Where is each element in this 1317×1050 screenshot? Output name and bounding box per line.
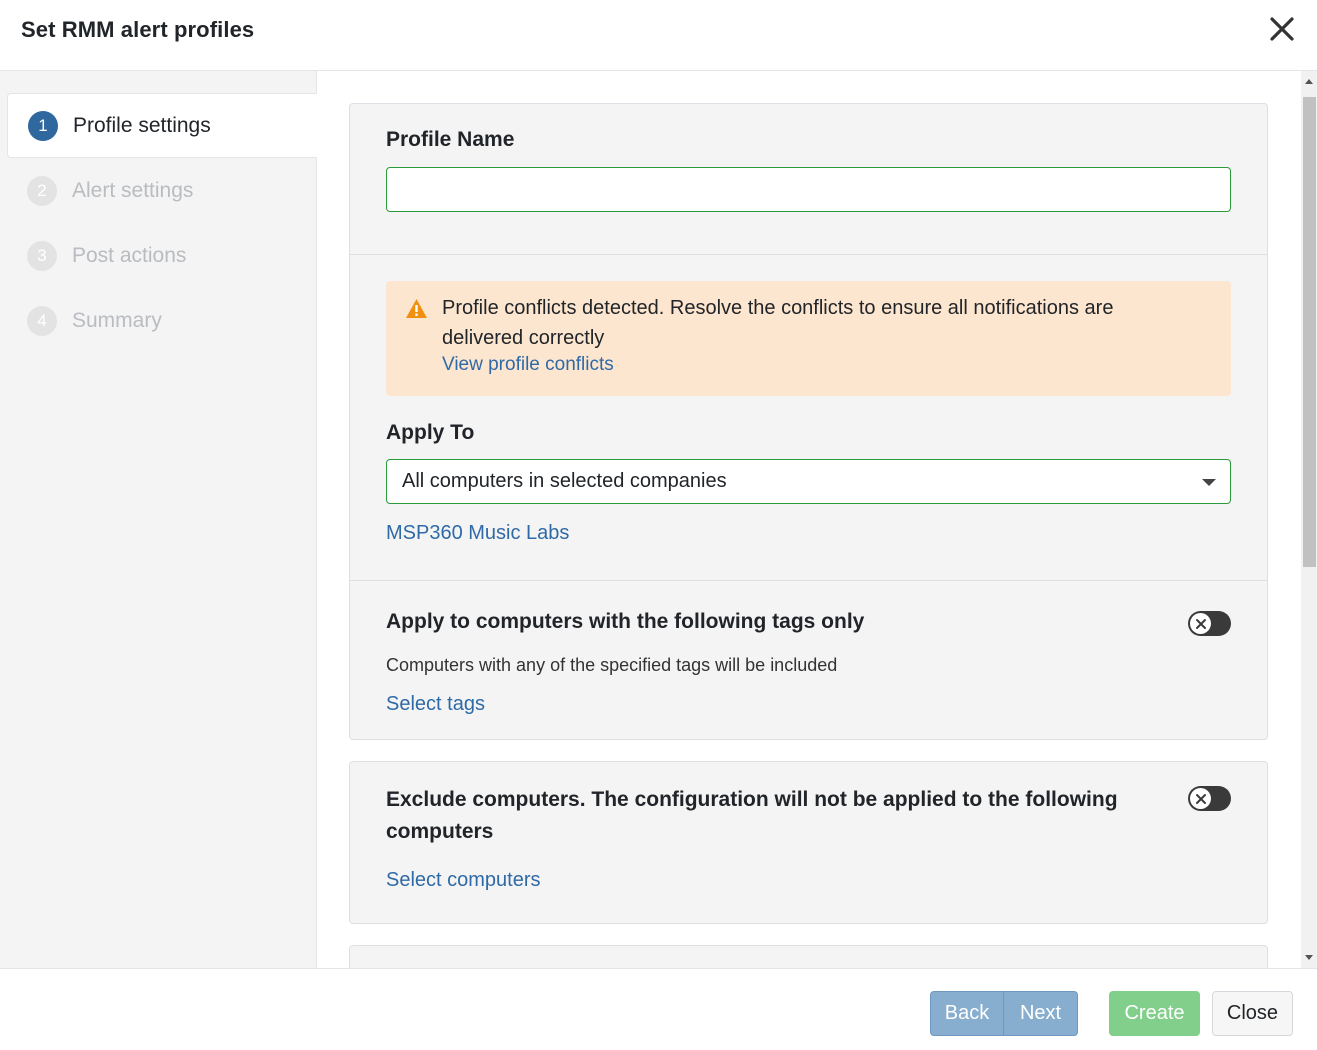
close-icon[interactable] bbox=[1267, 14, 1297, 44]
step-alert-settings[interactable]: 2 Alert settings bbox=[7, 158, 317, 223]
dialog-footer: Back Next Create Close bbox=[0, 968, 1317, 1050]
select-computers-link[interactable]: Select computers bbox=[386, 869, 541, 892]
scrollbar-thumb[interactable] bbox=[1303, 97, 1316, 567]
step-label: Post actions bbox=[72, 243, 187, 267]
step-number: 1 bbox=[28, 110, 58, 141]
next-button[interactable]: Next bbox=[1003, 991, 1078, 1036]
conflict-alert: Profile conflicts detected. Resolve the … bbox=[386, 281, 1231, 396]
step-label: Alert settings bbox=[72, 178, 194, 202]
exclude-computers-card: Exclude computers. The configuration wil… bbox=[349, 761, 1268, 924]
warning-icon bbox=[405, 298, 428, 319]
close-icon bbox=[1190, 613, 1211, 634]
scrollbar[interactable] bbox=[1301, 71, 1317, 968]
tags-section: Apply to computers with the following ta… bbox=[350, 581, 1267, 739]
apply-to-label: Apply To bbox=[386, 421, 475, 444]
tags-title: Apply to computers with the following ta… bbox=[386, 610, 865, 633]
apply-to-section: Profile conflicts detected. Resolve the … bbox=[350, 255, 1267, 581]
create-button[interactable]: Create bbox=[1109, 991, 1200, 1036]
scroll-up-icon[interactable] bbox=[1305, 79, 1313, 84]
apply-to-selected-value: All computers in selected companies bbox=[402, 470, 727, 492]
select-tags-link[interactable]: Select tags bbox=[386, 693, 485, 716]
step-number: 3 bbox=[27, 240, 57, 271]
main-content: Profile Name Profile conflicts detected.… bbox=[318, 71, 1301, 968]
exclude-title: Exclude computers. The configuration wil… bbox=[386, 788, 1118, 843]
exclude-toggle[interactable] bbox=[1188, 786, 1231, 811]
step-number: 4 bbox=[27, 305, 57, 336]
next-card bbox=[349, 945, 1268, 968]
step-profile-settings[interactable]: 1 Profile settings bbox=[7, 93, 317, 158]
back-button[interactable]: Back bbox=[930, 991, 1004, 1036]
step-label: Summary bbox=[72, 308, 162, 332]
apply-to-select[interactable]: All computers in selected companies bbox=[386, 459, 1231, 504]
view-profile-conflicts-link[interactable]: View profile conflicts bbox=[442, 354, 614, 376]
profile-name-section: Profile Name bbox=[350, 104, 1267, 255]
profile-name-input[interactable] bbox=[386, 167, 1231, 212]
close-icon bbox=[1190, 788, 1211, 809]
chevron-down-icon bbox=[1202, 479, 1216, 486]
profile-name-label: Profile Name bbox=[386, 128, 515, 151]
step-label: Profile settings bbox=[73, 113, 211, 137]
tags-description: Computers with any of the specified tags… bbox=[386, 655, 838, 675]
tags-toggle[interactable] bbox=[1188, 611, 1231, 636]
conflict-message: Profile conflicts detected. Resolve the … bbox=[442, 297, 1114, 349]
step-summary[interactable]: 4 Summary bbox=[7, 288, 317, 353]
scroll-down-icon[interactable] bbox=[1305, 955, 1313, 960]
dialog-header: Set RMM alert profiles bbox=[0, 0, 1317, 71]
close-button[interactable]: Close bbox=[1212, 991, 1293, 1036]
wizard-steps-sidebar: 1 Profile settings 2 Alert settings 3 Po… bbox=[0, 71, 317, 968]
step-number: 2 bbox=[27, 175, 57, 206]
step-post-actions[interactable]: 3 Post actions bbox=[7, 223, 317, 288]
profile-settings-card: Profile Name Profile conflicts detected.… bbox=[349, 103, 1268, 740]
dialog-title: Set RMM alert profiles bbox=[21, 17, 255, 42]
company-link[interactable]: MSP360 Music Labs bbox=[386, 522, 569, 545]
